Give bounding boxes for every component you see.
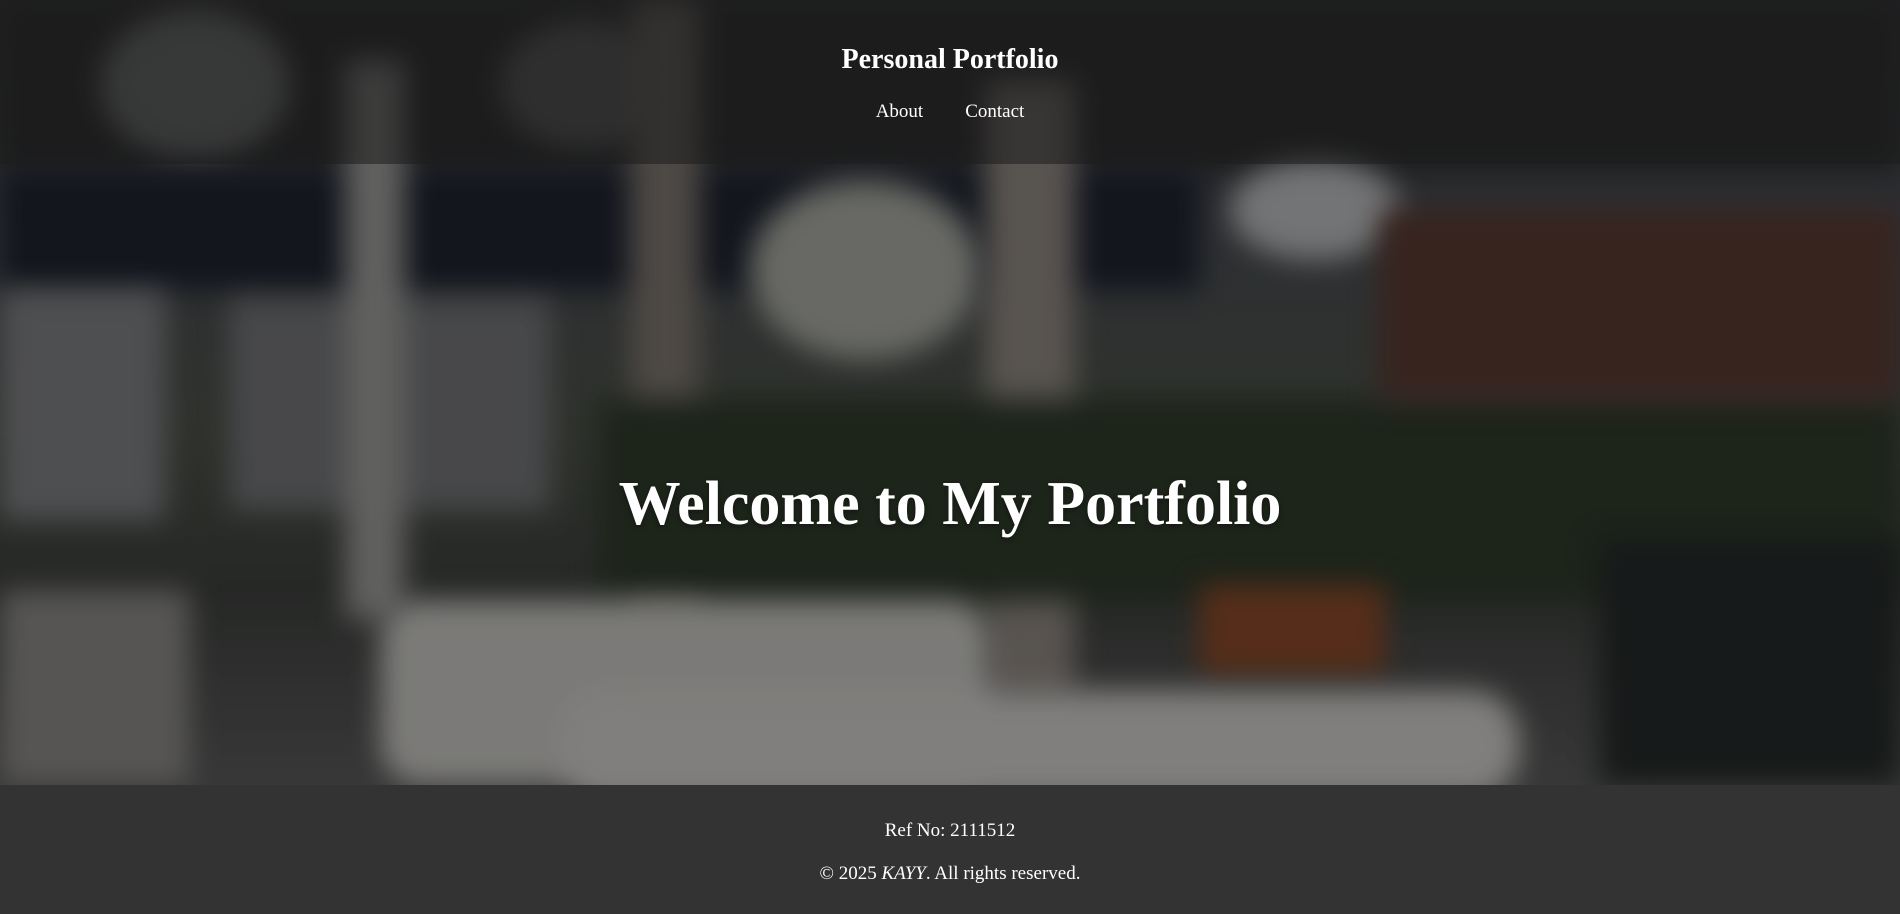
copyright-suffix: . All rights reserved.: [925, 863, 1081, 884]
site-footer: Ref No: 2111512 © 2025 KAYY. All rights …: [0, 785, 1900, 914]
nav-link-about[interactable]: About: [876, 98, 924, 126]
main-nav: About Contact: [0, 98, 1900, 126]
portfolio-page: Personal Portfolio About Contact Welcome…: [0, 0, 1900, 914]
site-title: Personal Portfolio: [841, 44, 1059, 75]
copyright-owner: KAYY: [881, 863, 926, 884]
hero-heading: Welcome to My Portfolio: [618, 470, 1282, 538]
reference-number: Ref No: 2111512: [884, 820, 1016, 841]
site-header: Personal Portfolio About Contact: [0, 0, 1900, 164]
copyright-notice: © 2025 KAYY. All rights reserved.: [0, 860, 1900, 888]
nav-link-contact[interactable]: Contact: [965, 98, 1024, 126]
copyright-prefix: © 2025: [819, 863, 882, 884]
